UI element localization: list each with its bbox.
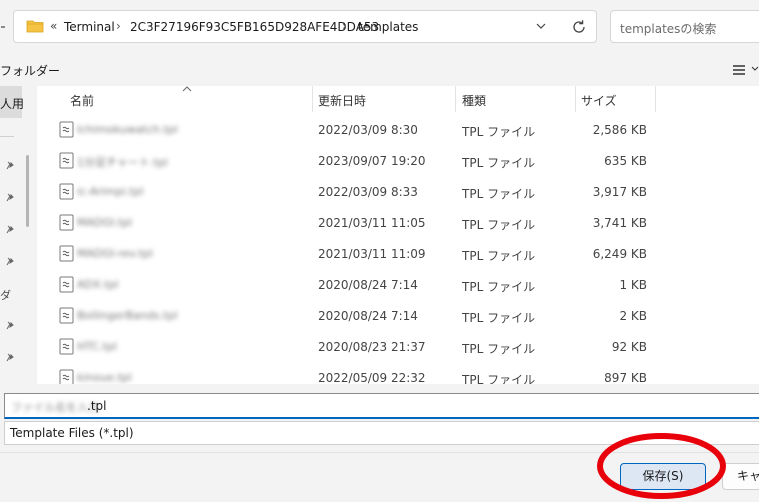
divider [0, 452, 759, 453]
column-divider[interactable] [312, 86, 313, 112]
chevron-down-icon[interactable] [534, 19, 548, 33]
file-type: TPL ファイル [462, 342, 536, 356]
file-name: kinoue.tpl [77, 371, 132, 384]
file-size: 635 KB [604, 154, 647, 168]
save-button[interactable]: 保存(S) [620, 463, 706, 490]
file-size: 897 KB [604, 371, 647, 384]
file-name: ADX.tpl [77, 278, 119, 291]
file-row[interactable]: MADGI.tpl 2021/03/11 11:05 TPL ファイル 3,74… [37, 208, 759, 239]
file-size: 3,917 KB [592, 185, 647, 199]
back-nav-fragment[interactable] [0, 12, 12, 42]
nav-item-fragment[interactable]: ダ [0, 287, 11, 303]
file-type: TPL ファイル [462, 125, 536, 139]
file-icon [59, 121, 74, 138]
file-row[interactable]: Ichimokuwatch.tpl 2022/03/09 8:30 TPL ファ… [37, 115, 759, 146]
file-size: 1 KB [619, 278, 647, 292]
file-icon [59, 245, 74, 262]
file-list: 名前 更新日時 種類 サイズ Ichimokuwatch.tpl 2022/03… [37, 86, 759, 384]
file-icon [59, 369, 74, 384]
file-type: TPL ファイル [462, 187, 536, 201]
pin-icon[interactable] [5, 257, 15, 267]
file-row[interactable]: BollingerBands.tpl 2020/08/24 7:14 TPL フ… [37, 301, 759, 332]
navigation-pane [0, 86, 24, 386]
column-header-size[interactable]: サイズ [581, 92, 617, 109]
pin-icon[interactable] [5, 321, 15, 331]
file-type-value: Template Files (*.tpl) [10, 426, 134, 440]
breadcrumb-separator[interactable]: › [342, 19, 347, 33]
file-icon [59, 183, 74, 200]
file-type: TPL ファイル [462, 280, 536, 294]
file-type: TPL ファイル [462, 156, 536, 170]
file-type-select[interactable]: Template Files (*.tpl) [4, 421, 759, 445]
file-size: 92 KB [611, 340, 647, 354]
file-modified: 2021/03/11 11:05 [318, 216, 426, 230]
breadcrumb-terminal[interactable]: Terminal [64, 20, 115, 34]
file-icon [59, 214, 74, 231]
nav-item-label: 人用 [0, 97, 25, 111]
breadcrumb-separator[interactable]: › [116, 19, 121, 33]
search-input[interactable]: templatesの検索 [610, 10, 759, 43]
file-size: 6,249 KB [592, 247, 647, 261]
view-options-icon[interactable] [731, 64, 747, 76]
file-modified: 2022/03/09 8:30 [318, 123, 418, 137]
column-divider[interactable] [575, 86, 576, 112]
column-divider[interactable] [655, 86, 656, 112]
file-row[interactable]: ic-Arimpi.tpl 2022/03/09 8:33 TPL ファイル 3… [37, 177, 759, 208]
file-modified: 2021/03/11 11:09 [318, 247, 426, 261]
pin-icon[interactable] [5, 161, 15, 171]
file-name: MADGI-rev.tpl [77, 247, 153, 260]
chevron-down-icon[interactable] [751, 66, 759, 72]
nav-scrollbar-thumb[interactable] [26, 155, 29, 227]
file-modified: 2023/09/07 19:20 [318, 154, 426, 168]
file-name: HTC.tpl [77, 340, 117, 353]
file-type: TPL ファイル [462, 218, 536, 232]
sort-ascending-icon [182, 86, 192, 92]
new-folder-button[interactable]: フォルダー [0, 62, 60, 79]
file-size: 3,741 KB [592, 216, 647, 230]
file-name: Ichimokuwatch.tpl [77, 123, 178, 136]
file-modified: 2022/05/09 22:32 [318, 371, 426, 384]
file-name-input[interactable]: ファイル名を入力 .tpl [4, 393, 759, 419]
file-size: 2,586 KB [592, 123, 647, 137]
file-row[interactable]: MADGI-rev.tpl 2021/03/11 11:09 TPL ファイル … [37, 239, 759, 270]
file-icon [59, 307, 74, 324]
nav-divider [0, 136, 14, 137]
address-bar[interactable]: « Terminal › 2C3F27196F93C5FB165D928AFE4… [13, 10, 597, 43]
file-name: ic-Arimpi.tpl [77, 185, 144, 198]
refresh-icon[interactable] [570, 18, 588, 36]
column-header-type[interactable]: 種類 [462, 92, 486, 109]
file-icon [59, 152, 74, 169]
file-modified: 2020/08/23 21:37 [318, 340, 426, 354]
file-name: BollingerBands.tpl [77, 309, 178, 322]
file-type: TPL ファイル [462, 311, 536, 325]
pin-icon[interactable] [5, 193, 15, 203]
pin-icon[interactable] [5, 353, 15, 363]
file-type: TPL ファイル [462, 249, 536, 263]
file-name: MADGI.tpl [77, 216, 133, 229]
column-header-name[interactable]: 名前 [70, 92, 94, 109]
file-modified: 2020/08/24 7:14 [318, 278, 418, 292]
file-row[interactable]: kinoue.tpl 2022/05/09 22:32 TPL ファイル 897… [37, 363, 759, 384]
file-row[interactable]: HTC.tpl 2020/08/23 21:37 TPL ファイル 92 KB [37, 332, 759, 363]
file-type: TPL ファイル [462, 373, 536, 384]
file-icon [59, 338, 74, 355]
file-size: 2 KB [619, 309, 647, 323]
pin-icon[interactable] [5, 225, 15, 235]
search-placeholder: templatesの検索 [620, 22, 717, 36]
folder-icon [26, 20, 44, 33]
breadcrumb-templates[interactable]: templates [358, 20, 418, 34]
cancel-button[interactable]: キャンセル [722, 463, 759, 490]
file-name: 1分足チャート.tpl [77, 156, 168, 169]
file-modified: 2020/08/24 7:14 [318, 309, 418, 323]
column-divider[interactable] [455, 86, 456, 112]
file-row[interactable]: ADX.tpl 2020/08/24 7:14 TPL ファイル 1 KB [37, 270, 759, 301]
column-header-modified[interactable]: 更新日時 [318, 92, 366, 109]
file-name-redacted: ファイル名を入力 [11, 401, 99, 414]
file-name-extension: .tpl [87, 399, 107, 413]
breadcrumb-overflow-button[interactable]: « [50, 19, 57, 33]
file-row[interactable]: 1分足チャート.tpl 2023/09/07 19:20 TPL ファイル 63… [37, 146, 759, 177]
file-modified: 2022/03/09 8:33 [318, 185, 418, 199]
file-icon [59, 276, 74, 293]
